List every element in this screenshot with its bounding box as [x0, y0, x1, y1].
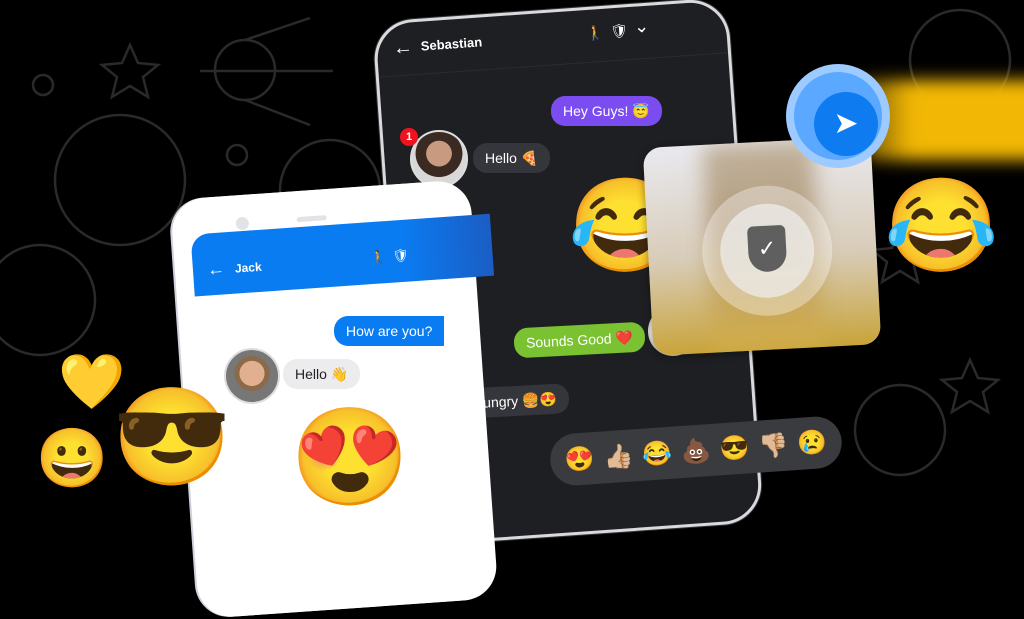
grinning-emoji: 😀 [36, 426, 109, 491]
speaker [296, 215, 327, 223]
avatar-sebastian[interactable] [410, 130, 468, 188]
walking-icon[interactable]: 🚶 [586, 24, 605, 42]
send-button[interactable]: ➤ [786, 64, 890, 168]
contact-name: Sebastian [420, 34, 483, 54]
back-icon[interactable]: ← [392, 36, 414, 60]
message-bubble-sent: Hey Guys! 😇 [551, 96, 662, 126]
message-bubble-sent: How are you? [334, 316, 445, 346]
unread-badge: 1 [400, 128, 418, 146]
heart-eyes-emoji: 😍 [290, 404, 410, 511]
walking-icon[interactable]: 🚶 [370, 249, 387, 266]
chevron-down-icon[interactable]: ⌄ [633, 16, 650, 38]
reaction-laughing[interactable]: 😂 [641, 438, 673, 469]
message-bubble-received: Hello 🍕 [473, 143, 551, 173]
shield-check-icon: ✓ [746, 224, 788, 273]
reaction-heart-eyes[interactable]: 😍 [564, 444, 596, 475]
cool-emoji: 😎 [112, 384, 232, 491]
laughing-emoji: 😂 [884, 175, 999, 277]
message-bubble-received: Hello 👋 [283, 359, 361, 389]
shield-icon[interactable]: 🛡 [392, 247, 410, 264]
camera [235, 216, 250, 231]
verified-photo-card: ✓ [642, 136, 882, 356]
reaction-thumbs-up[interactable]: 👍🏼 [603, 441, 635, 472]
reaction-cool[interactable]: 😎 [719, 433, 751, 464]
avatar-jack[interactable] [224, 348, 280, 404]
reaction-poop[interactable]: 💩 [680, 435, 712, 466]
reaction-crying[interactable]: 😢 [796, 427, 828, 458]
back-icon[interactable]: ← [206, 258, 225, 280]
shield-icon[interactable]: 🛡 [610, 22, 629, 40]
send-icon: ➤ [814, 92, 878, 156]
contact-name: Jack [234, 259, 263, 276]
reaction-thumbs-down[interactable]: 👎🏼 [758, 430, 790, 461]
